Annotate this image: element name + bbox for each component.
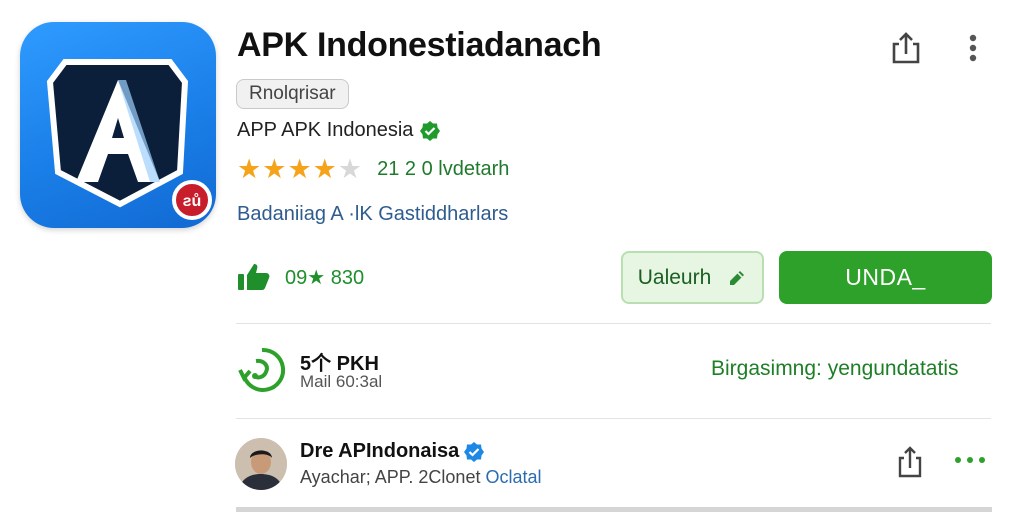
share-icon	[892, 32, 920, 64]
avatar[interactable]	[235, 438, 287, 490]
thumb-up-icon	[238, 264, 270, 290]
update-status-link[interactable]: Birgasimng: yengundatatis	[711, 357, 958, 381]
star-filled-icon: ★	[312, 154, 337, 184]
more-vert-icon	[969, 34, 977, 62]
likes-row: 09★ 830	[237, 262, 364, 292]
a-logo-icon: ƨů	[46, 59, 212, 220]
more-options-button[interactable]	[958, 30, 988, 66]
rating-stars: ★★★★★	[237, 155, 363, 183]
star-filled-icon: ★	[262, 154, 287, 184]
divider	[236, 323, 991, 324]
more-horiz-button[interactable]	[952, 452, 988, 468]
rating-row: ★★★★★ 21 2 0 lvdetarh	[237, 155, 509, 183]
share-post-button[interactable]	[894, 444, 926, 480]
publisher-name[interactable]: Dre APIndonaisa	[300, 440, 485, 463]
app-title: APK Indonestiadanach	[237, 26, 602, 64]
bottom-divider	[236, 507, 992, 512]
rating-count: 21 2 0 lvdetarh	[377, 157, 510, 180]
verified-badge-icon	[420, 120, 441, 141]
update-button[interactable]: Ualeurh	[621, 251, 764, 304]
developer-link[interactable]: APP APK Indonesia	[237, 119, 441, 142]
category-line: Badaniiag A ·lK Gastiddharlars	[237, 203, 509, 225]
person-avatar-icon	[235, 438, 287, 490]
edit-icon	[730, 270, 745, 285]
share-button[interactable]	[888, 30, 924, 66]
developer-name: APP APK Indonesia	[237, 119, 414, 141]
publisher-name-text: Dre APIndonaisa	[300, 440, 460, 462]
star-empty-icon: ★	[337, 154, 363, 184]
refresh-icon	[238, 347, 286, 392]
likes-count: 09★ 830	[285, 266, 365, 289]
svg-text:ƨů: ƨů	[183, 193, 202, 210]
star-filled-icon: ★	[237, 154, 262, 184]
publisher-subtitle-text: Ayachar; APP. 2Clonet	[300, 467, 486, 487]
update-button-label: Ualeurh	[637, 265, 712, 289]
category-chip[interactable]: Rnolqrisar	[236, 79, 349, 109]
share-icon	[898, 446, 922, 478]
app-icon: ƨů	[20, 22, 216, 228]
publisher-subtitle: Ayachar; APP. 2Clonet Oclatal	[300, 467, 542, 488]
star-filled-icon: ★	[287, 154, 312, 184]
publisher-subtitle-link[interactable]: Oclatal	[485, 467, 541, 487]
divider	[236, 418, 991, 419]
more-horiz-icon	[955, 457, 985, 463]
verified-badge-icon	[464, 441, 485, 462]
install-button[interactable]: UNDA_	[779, 251, 992, 304]
update-subtitle: Mail 60:3al	[300, 372, 383, 391]
